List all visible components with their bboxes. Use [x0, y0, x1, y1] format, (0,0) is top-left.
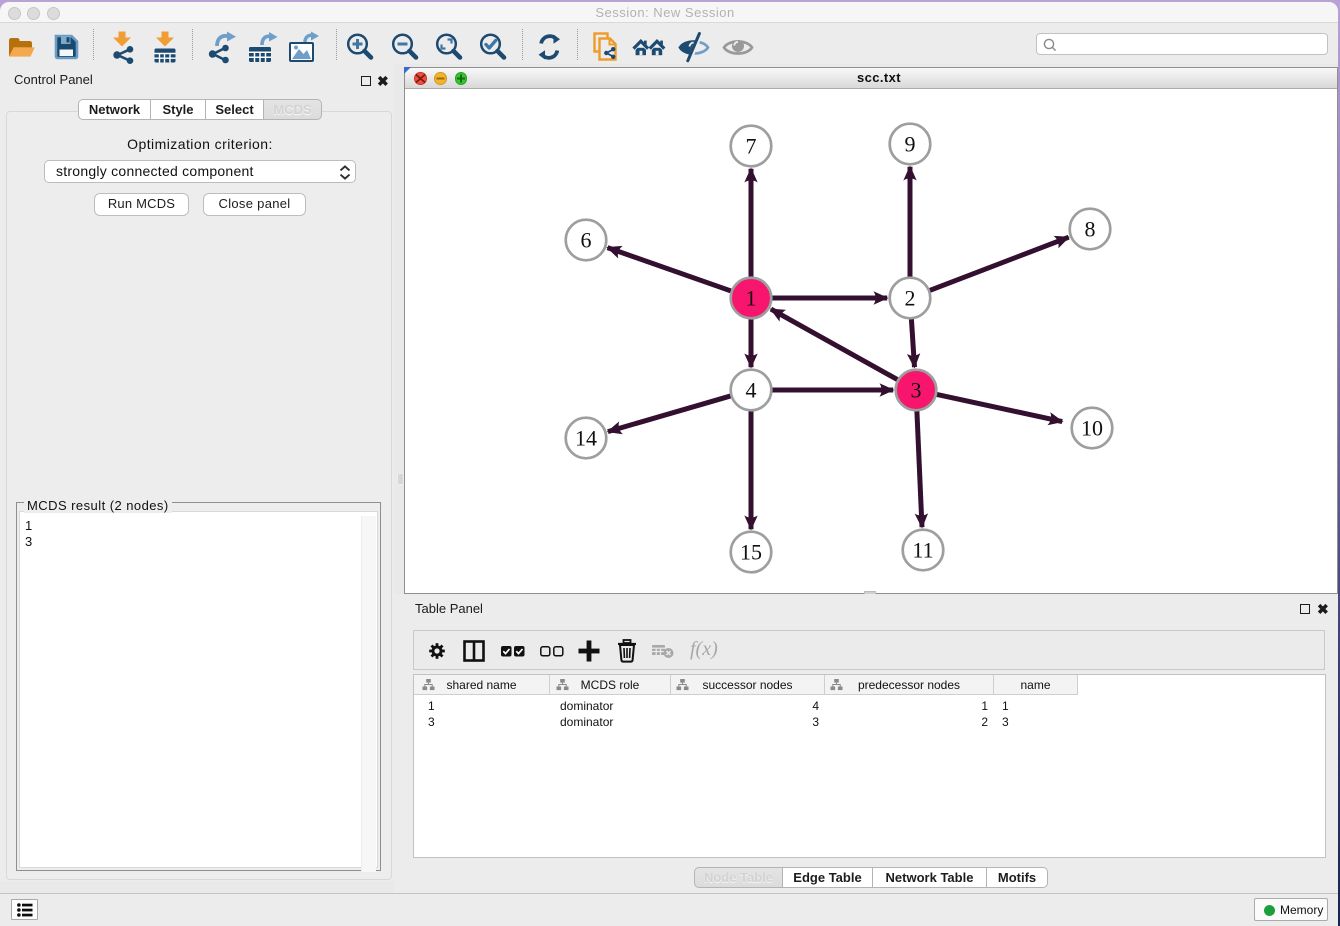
svg-text:14: 14 [575, 426, 597, 451]
svg-text:6: 6 [581, 228, 592, 253]
svg-text:8: 8 [1085, 217, 1096, 242]
svg-text:4: 4 [746, 378, 757, 403]
svg-text:10: 10 [1081, 416, 1103, 441]
svg-text:2: 2 [905, 286, 916, 311]
svg-text:9: 9 [905, 132, 916, 157]
svg-text:15: 15 [740, 540, 762, 565]
svg-text:1: 1 [746, 286, 757, 311]
svg-text:7: 7 [746, 134, 757, 159]
svg-text:11: 11 [912, 538, 933, 563]
svg-text:3: 3 [911, 378, 922, 403]
